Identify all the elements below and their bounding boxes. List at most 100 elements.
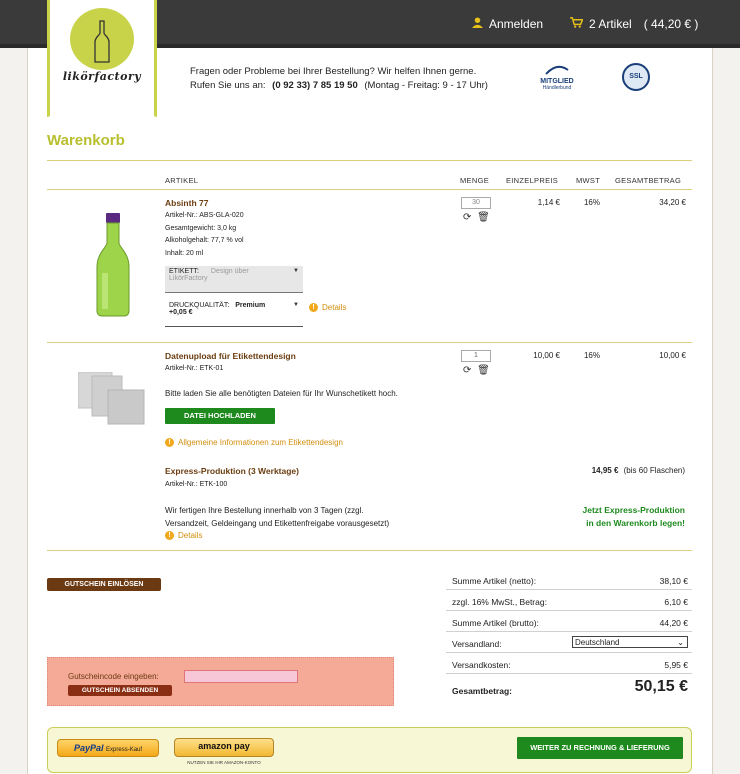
item-detail: Gesamtgewicht: 3,0 kg [165,224,237,232]
voucher-label: Gutscheincode eingeben: [68,672,159,681]
upload-button[interactable]: DATEI HOCHLADEN [165,408,275,424]
vat-rate: 16% [583,351,600,360]
express-cta-line: in den Warenkorb legen! [586,518,685,528]
summary-value: 44,20 € [659,618,688,628]
paypal-sub: Express-Kauf [106,747,143,753]
help-hours: (Montag - Freitag: 9 - 17 Uhr) [364,80,488,91]
details-link[interactable]: ! Details [309,303,346,312]
chevron-down-icon: ▼ [293,268,299,274]
item-details: Artikel-Nr.: ABS-GLA-020 Gesamtgewicht: … [165,210,244,260]
summary-label: Versandland: [452,639,502,649]
mitglied-badge[interactable]: MITGLIED Händlerbund [532,64,582,91]
summary-shipping: Versandkosten: 5,95 € [446,654,692,674]
th-article: ARTIKEL [165,176,199,185]
etikett-select[interactable]: ETIKETT: Design über LikörFactory ▼ [165,266,303,293]
summary-value: 5,95 € [664,660,688,670]
express-details-link[interactable]: ! Details [165,531,202,540]
page-title: Warenkorb [47,132,125,149]
help-text: Fragen oder Probleme bei Ihrer Bestellun… [190,65,488,93]
summary-net: Summe Artikel (netto): 38,10 € [446,570,692,590]
quantity-input[interactable]: 1 [461,350,491,362]
express-price-note: (bis 60 Flaschen) [623,466,685,475]
express-desc-line: Versandzeit, Geldeingang und Etikettenfr… [165,519,390,528]
etikett-value2: LikörFactory [169,275,208,282]
divider [47,189,692,190]
etikett-value: Design über [210,268,249,275]
druck-price: +0,05 € [169,309,193,316]
amazon-pay-button[interactable]: amazon pay [174,738,274,757]
cart-count: 2 Artikel [589,17,632,31]
help-line1: Fragen oder Probleme bei Ihrer Bestellun… [190,66,477,77]
druck-value: Premium [235,302,266,309]
item-details: Artikel-Nr.: ETK-01 [165,363,223,376]
info-icon: ! [165,438,174,447]
item-detail: Artikel-Nr.: ABS-GLA-020 [165,212,244,219]
vat-rate: 16% [583,198,600,207]
summary-label: Summe Artikel (brutto): [452,618,539,628]
summary-label: Summe Artikel (netto): [452,576,537,586]
user-icon [472,17,483,31]
redeem-voucher-button[interactable]: GUTSCHEIN EINLÖSEN [47,578,161,591]
unit-price: 1,14 € [537,198,560,207]
voucher-panel: Gutscheincode eingeben: GUTSCHEIN ABSEND… [47,657,394,706]
etikett-key: ETIKETT: [169,268,199,275]
haendlerbund-swoosh-icon [545,65,569,75]
checkout-button[interactable]: WEITER ZU RECHNUNG & LIEFERUNG [517,737,683,759]
logo-text: likörfactory [62,70,142,83]
item-name[interactable]: Absinth 77 [165,198,208,208]
absinth-bottle-image[interactable] [92,213,134,317]
mitglied-label: MITGLIED [540,78,574,85]
help-line2: Rufen Sie uns an: (0 92 33) 7 85 19 50 (… [190,79,488,93]
divider [47,342,692,343]
druckqualitaet-select[interactable]: DRUCKQUALITÄT: Premium +0,05 € ▼ [165,300,303,327]
th-qty: MENGE [460,176,490,185]
submit-voucher-button[interactable]: GUTSCHEIN ABSENDEN [68,685,172,696]
label-files-image [78,372,145,425]
summary-vat: zzgl. 16% MwSt., Betrag: 6,10 € [446,591,692,611]
cart-icon [570,17,584,31]
express-details-label: Details [178,531,203,540]
summary-label: zzgl. 16% MwSt., Betrag: [452,597,547,607]
paypal-label: PayPal [73,743,104,753]
info-icon: ! [165,531,174,540]
express-add-link[interactable]: Jetzt Express-Produktion in den Warenkor… [540,504,686,530]
chevron-down-icon: ▼ [293,302,299,308]
payment-panel: PayPal Express-Kauf amazon pay NUTZEN SI… [47,727,692,773]
item-total: 10,00 € [659,351,686,360]
item-detail: Alkoholgehalt: 77,7 % vol [165,237,244,244]
th-total: GESAMTBETRAG [615,176,682,185]
trash-icon[interactable]: 🗑 [477,365,490,376]
login-link[interactable]: Anmelden [472,17,543,31]
trash-icon[interactable]: 🗑 [477,212,490,223]
divider [47,160,692,161]
cart-total: ( 44,20 € ) [643,17,699,31]
info-icon: ! [309,303,318,312]
express-description: Wir fertigen Ihre Bestellung innerhalb v… [165,504,389,530]
express-desc-line: Wir fertigen Ihre Bestellung innerhalb v… [165,506,364,515]
summary-value: 6,10 € [664,597,688,607]
voucher-code-input[interactable] [184,670,298,683]
item-name[interactable]: Datenupload für Etikettendesign [165,351,296,361]
shipping-country-select[interactable]: Deutschland ⌄ [572,636,688,648]
summary-total: Gesamtbetrag: 50,15 € [446,675,692,707]
item-detail: Artikel-Nr.: ETK-01 [165,365,224,372]
help-phone: (0 92 33) 7 85 19 50 [272,80,358,91]
design-info-link[interactable]: ! Allgemeine Informationen zum Etiketten… [165,438,343,447]
help-prefix: Rufen Sie uns an: [190,80,266,91]
express-cta-line: Jetzt Express-Produktion [582,505,686,515]
qty-actions: ⟳ 🗑 [463,212,490,223]
refresh-icon[interactable]: ⟳ [463,365,471,376]
summary-total-label: Gesamtbetrag: [452,686,512,696]
qty-actions: ⟳ 🗑 [463,365,490,376]
express-name: Express-Produktion (3 Werktage) [165,466,299,476]
login-label: Anmelden [489,17,544,31]
th-vat: MWST [576,176,601,185]
summary-country: Versandland: Deutschland ⌄ [446,633,692,653]
druck-key: DRUCKQUALITÄT: [169,302,230,309]
refresh-icon[interactable]: ⟳ [463,212,471,223]
paypal-express-button[interactable]: PayPal Express-Kauf [57,739,159,757]
cart-link[interactable]: 2 Artikel ( 44,20 € ) [570,17,698,31]
logo[interactable]: likörfactory [47,0,157,117]
unit-price: 10,00 € [533,351,560,360]
quantity-input[interactable]: 30 [461,197,491,209]
